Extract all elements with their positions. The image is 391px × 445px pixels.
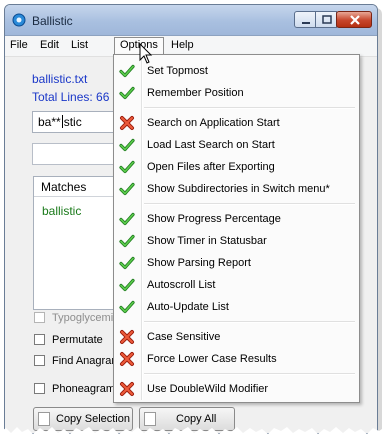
list-item[interactable]: ballistic [42,204,81,218]
green-check-icon [119,159,135,175]
red-x-icon [119,351,135,367]
search-text-after: stic [63,115,82,129]
red-x-icon [119,329,135,345]
menu-file[interactable]: File [10,39,28,51]
checkbox-label: Phoneagrams [52,383,121,395]
menu-item-remember-position[interactable]: Remember Position [116,82,357,104]
menu-item-label: Force Lower Case Results [147,353,277,365]
filename-label: ballistic.txt [32,72,88,86]
maximize-icon [322,15,332,24]
menu-item-label: Search on Application Start [147,117,280,129]
green-check-icon [119,63,135,79]
maximize-button[interactable] [315,11,337,28]
menu-item-label: Autoscroll List [147,279,216,291]
menu-item-label: Show Timer in Statusbar [147,235,267,247]
menu-item-label: Show Progress Percentage [147,213,281,225]
menu-item-show-subdirectories-in-switch-menu[interactable]: Show Subdirectories in Switch menu* [116,178,357,200]
title-bar[interactable]: Ballistic [5,5,377,36]
checkbox-box[interactable] [34,355,45,366]
menu-item-label: Auto-Update List [147,301,229,313]
menu-item-show-parsing-report[interactable]: Show Parsing Report [116,252,357,274]
menu-item-case-sensitive[interactable]: Case Sensitive [116,326,357,348]
menu-separator [144,321,355,323]
menu-item-label: Open Files after Exporting [147,161,275,173]
typoglycemize-checkbox[interactable]: Typoglycemize [34,312,125,324]
menu-item-load-last-search-on-start[interactable]: Load Last Search on Start [116,134,357,156]
menu-item-open-files-after-exporting[interactable]: Open Files after Exporting [116,156,357,178]
menu-list[interactable]: List [71,39,88,51]
checkbox-box[interactable] [34,334,45,345]
green-check-icon [119,233,135,249]
green-check-icon [119,211,135,227]
close-button[interactable] [336,11,372,28]
green-check-icon [119,299,135,315]
close-icon [350,15,360,25]
menu-item-use-doublewild-modifier[interactable]: Use DoubleWild Modifier [116,378,357,400]
menu-separator [144,203,355,205]
menu-item-label: Show Subdirectories in Switch menu* [147,183,330,195]
text-caret [61,115,63,128]
search-text-before: ba** [38,115,61,129]
green-check-icon [119,85,135,101]
menu-item-label: Show Parsing Report [147,257,251,269]
menu-item-show-timer-in-statusbar[interactable]: Show Timer in Statusbar [116,230,357,252]
menu-separator [144,373,355,375]
menu-item-show-progress-percentage[interactable]: Show Progress Percentage [116,208,357,230]
menu-help[interactable]: Help [171,39,194,51]
menu-item-label: Set Topmost [147,65,208,77]
menu-item-autoscroll-list[interactable]: Autoscroll List [116,274,357,296]
minimize-button[interactable] [294,11,316,28]
checkbox-label: Permutate [52,334,103,346]
green-check-icon [119,181,135,197]
menu-edit[interactable]: Edit [40,39,59,51]
checkbox-box[interactable] [34,312,45,323]
red-x-icon [119,115,135,131]
green-check-icon [119,255,135,271]
torn-edge-decoration [0,427,391,445]
menu-separator [144,107,355,109]
permutate-checkbox[interactable]: Permutate [34,334,103,346]
menu-item-label: Remember Position [147,87,244,99]
red-x-icon [119,381,135,397]
window-title: Ballistic [32,14,73,28]
checkbox-box[interactable] [34,383,45,394]
options-dropdown-menu: Set Topmost Remember Position Search on Ap… [113,54,360,403]
menu-item-label: Load Last Search on Start [147,139,275,151]
ballistic-app-icon [12,13,26,27]
total-lines-label: Total Lines: 66 [32,90,110,104]
menu-item-auto-update-list[interactable]: Auto-Update List [116,296,357,318]
menu-item-label: Case Sensitive [147,331,221,343]
minimize-icon [302,22,310,24]
phoneagrams-checkbox[interactable]: Phoneagrams [34,383,121,395]
green-check-icon [119,277,135,293]
menu-item-search-on-application-start[interactable]: Search on Application Start [116,112,357,134]
mouse-cursor-icon [139,43,153,64]
menu-item-label: Use DoubleWild Modifier [147,383,269,395]
green-check-icon [119,137,135,153]
menu-item-force-lower-case-results[interactable]: Force Lower Case Results [116,348,357,370]
